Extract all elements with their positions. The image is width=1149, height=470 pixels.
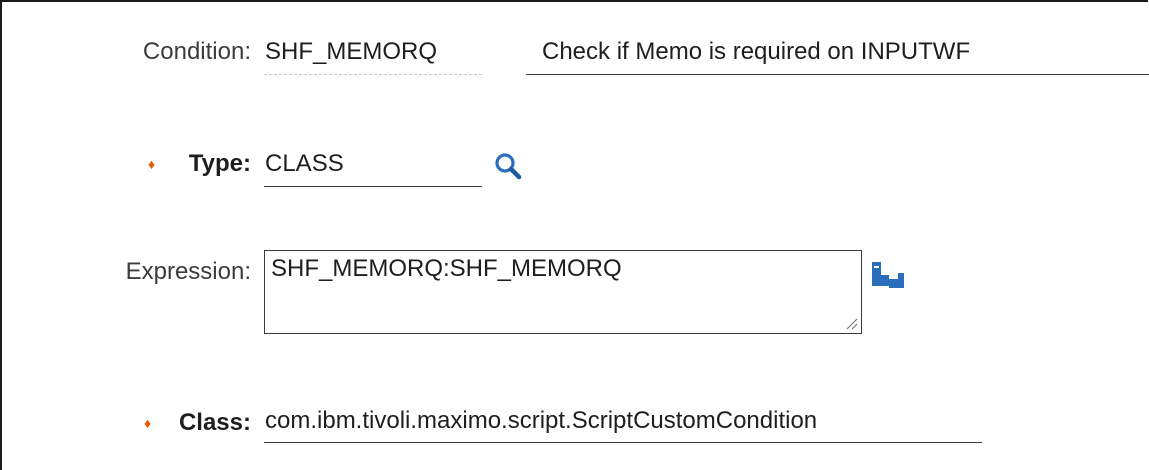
class-field[interactable]: com.ibm.tivoli.maximo.script.ScriptCusto… [265, 407, 817, 435]
type-field-underline [264, 186, 482, 187]
condition-details-panel: Condition: SHF_MEMORQ Check if Memo is r… [0, 0, 1149, 470]
class-required-marker: ♦ [144, 415, 152, 431]
condition-description-field[interactable]: Check if Memo is required on INPUTWF [542, 38, 970, 66]
class-label: Class: [178, 409, 251, 436]
condition-field-underline [264, 74, 482, 75]
condition-field[interactable]: SHF_MEMORQ [265, 38, 437, 66]
search-icon[interactable] [492, 150, 524, 182]
condition-label: Condition: [142, 38, 251, 65]
condition-description-underline [526, 74, 1149, 75]
expression-builder-icon[interactable] [868, 260, 912, 300]
expression-label: Expression: [125, 258, 251, 285]
type-label: Type: [188, 150, 251, 177]
expression-textarea[interactable]: SHF_MEMORQ:SHF_MEMORQ [264, 250, 862, 334]
textarea-resize-grip[interactable] [844, 316, 858, 330]
class-field-underline [264, 442, 982, 443]
type-field[interactable]: CLASS [265, 150, 344, 178]
type-required-marker: ♦ [148, 156, 156, 172]
